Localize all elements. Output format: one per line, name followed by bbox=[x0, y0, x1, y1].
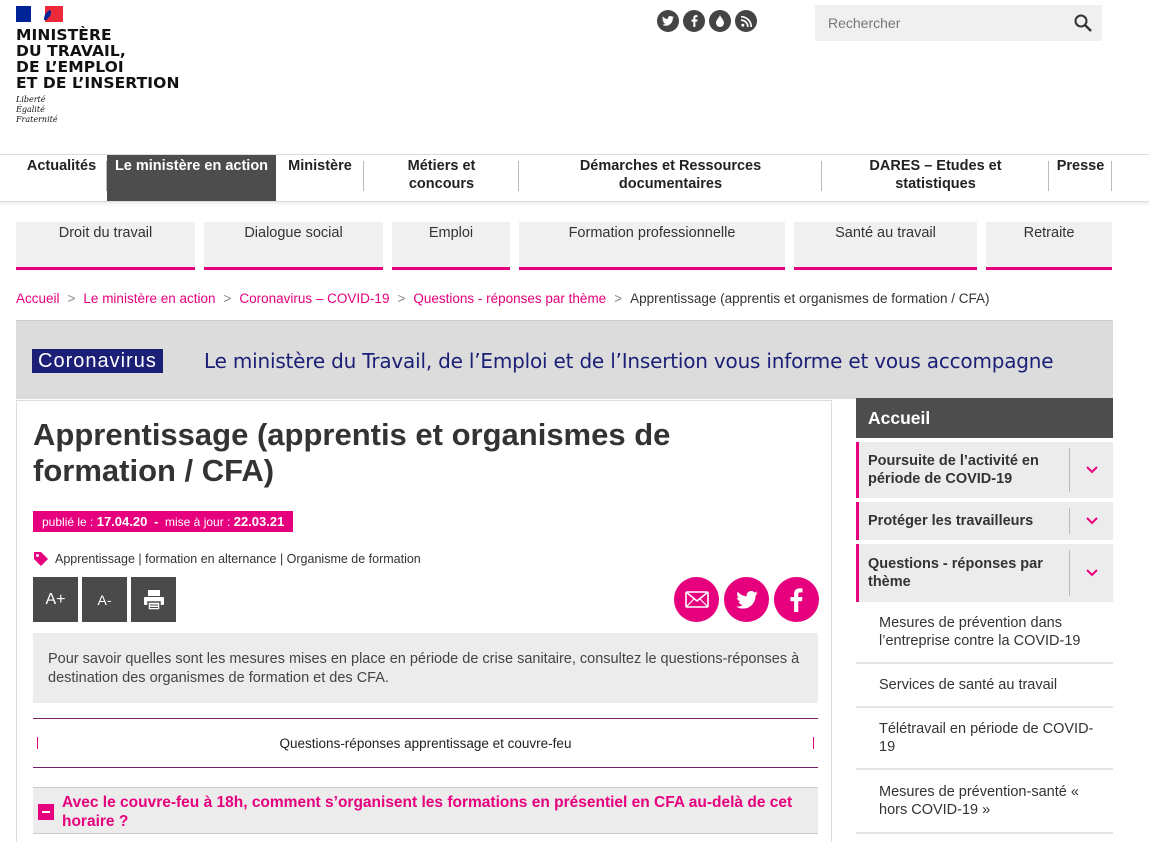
sidebar-subitem-services-sante[interactable]: Services de santé au travail bbox=[856, 664, 1113, 708]
breadcrumb-accueil[interactable]: Accueil bbox=[16, 291, 60, 306]
coronavirus-banner[interactable]: Coronavirus Le ministère du Travail, de … bbox=[16, 320, 1113, 399]
republic-motto: Liberté Égalité Fraternité bbox=[16, 95, 58, 124]
breadcrumb-ministere-en-action[interactable]: Le ministère en action bbox=[83, 291, 215, 306]
nav-ministere-en-action[interactable]: Le ministère en action bbox=[107, 155, 276, 201]
nav-actualites[interactable]: Actualités bbox=[16, 155, 107, 201]
facebook-share-icon[interactable] bbox=[774, 577, 819, 622]
ministry-logo[interactable]: MINISTÈRE DU TRAVAIL, DE L’EMPLOI ET DE … bbox=[16, 6, 180, 125]
theme-dialogue-social[interactable]: Dialogue social bbox=[204, 222, 383, 270]
nav-ministere[interactable]: Ministère bbox=[276, 155, 364, 201]
tag-apprentissage[interactable]: Apprentissage bbox=[55, 552, 135, 566]
search-bar bbox=[815, 5, 1102, 41]
font-decrease-button[interactable]: A- bbox=[82, 577, 127, 622]
tag-icon bbox=[34, 552, 48, 566]
sidebar-subitem-teletravail[interactable]: Télétravail en période de COVID-19 bbox=[856, 708, 1113, 770]
email-share-icon[interactable] bbox=[674, 577, 719, 622]
tag-list: Apprentissage | formation en alternance … bbox=[33, 551, 421, 567]
twitter-icon[interactable] bbox=[657, 10, 679, 32]
search-input[interactable] bbox=[815, 5, 1065, 41]
share-buttons bbox=[674, 577, 819, 622]
theme-emploi[interactable]: Emploi bbox=[392, 222, 510, 270]
intro-paragraph: Pour savoir quelles sont les mesures mis… bbox=[33, 633, 818, 703]
faq-question[interactable]: Avec le couvre-feu à 18h, comment s’orga… bbox=[33, 787, 818, 834]
social-links bbox=[657, 10, 757, 32]
faq-question-text: Avec le couvre-feu à 18h, comment s’orga… bbox=[62, 794, 793, 830]
tag-formation-alternance[interactable]: formation en alternance bbox=[145, 552, 276, 566]
nav-metiers-concours[interactable]: Métiers et concours bbox=[364, 155, 519, 201]
sidebar-item-questions-reponses[interactable]: Questions - réponses par thème bbox=[856, 544, 1113, 602]
sidebar-item-proteger-travailleurs[interactable]: Protéger les travailleurs bbox=[856, 502, 1113, 540]
tag-organisme-formation[interactable]: Organisme de formation bbox=[287, 552, 421, 566]
breadcrumb: Accueil > Le ministère en action > Coronavir… bbox=[16, 291, 990, 306]
breadcrumb-coronavirus[interactable]: Coronavirus – COVID-19 bbox=[239, 291, 389, 306]
print-icon[interactable] bbox=[131, 577, 176, 622]
nav-presse[interactable]: Presse bbox=[1049, 155, 1112, 201]
qr-link[interactable]: Questions-réponses apprentissage et couv… bbox=[33, 736, 818, 751]
coronavirus-label: Coronavirus bbox=[32, 349, 163, 373]
sidebar-head-accueil[interactable]: Accueil bbox=[856, 398, 1113, 438]
sidebar-item-poursuite-activite[interactable]: Poursuite de l’activité en période de CO… bbox=[856, 442, 1113, 498]
sidebar: Accueil Poursuite de l’activité en pério… bbox=[856, 398, 1113, 834]
rss-icon[interactable] bbox=[735, 10, 757, 32]
page-tools: A+ A- bbox=[33, 577, 176, 622]
page-title: Apprentissage (apprentis et organismes d… bbox=[33, 417, 671, 488]
breadcrumb-current: Apprentissage (apprentis et organismes d… bbox=[630, 291, 990, 306]
chevron-down-icon[interactable] bbox=[1069, 448, 1113, 492]
theme-droit-du-travail[interactable]: Droit du travail bbox=[16, 222, 195, 270]
theme-formation-professionnelle[interactable]: Formation professionnelle bbox=[519, 222, 785, 270]
collapse-icon[interactable] bbox=[38, 804, 54, 820]
font-increase-button[interactable]: A+ bbox=[33, 577, 78, 622]
qr-link-box[interactable]: Questions-réponses apprentissage et couv… bbox=[33, 718, 818, 768]
theme-navigation: Droit du travail Dialogue social Emploi … bbox=[16, 222, 1112, 270]
chevron-down-icon[interactable] bbox=[1069, 508, 1113, 534]
republic-flag bbox=[16, 6, 63, 22]
sidebar-subitem-prevention-hors-covid[interactable]: Mesures de prévention-santé « hors COVID… bbox=[856, 770, 1113, 834]
facebook-icon[interactable] bbox=[683, 10, 705, 32]
main-navigation: Actualités Le ministère en action Minist… bbox=[0, 154, 1149, 202]
theme-sante-au-travail[interactable]: Santé au travail bbox=[794, 222, 977, 270]
ministry-name: MINISTÈRE DU TRAVAIL, DE L’EMPLOI ET DE … bbox=[16, 26, 180, 92]
search-icon[interactable] bbox=[1074, 14, 1092, 32]
article: Apprentissage (apprentis et organismes d… bbox=[16, 400, 832, 842]
chevron-down-icon[interactable] bbox=[1069, 550, 1113, 596]
publication-dates: publié le : 17.04.20 - mise à jour : 22.… bbox=[33, 511, 294, 532]
flickr-icon[interactable] bbox=[709, 10, 731, 32]
nav-dares[interactable]: DARES – Etudes et statistiques bbox=[822, 155, 1049, 201]
theme-retraite[interactable]: Retraite bbox=[986, 222, 1112, 270]
nav-demarches-ressources[interactable]: Démarches et Ressources documentaires bbox=[519, 155, 822, 201]
sidebar-subitem-mesures-prevention[interactable]: Mesures de prévention dans l’entreprise … bbox=[856, 602, 1113, 664]
banner-text: Le ministère du Travail, de l’Emploi et … bbox=[204, 349, 1054, 373]
breadcrumb-questions-reponses[interactable]: Questions - réponses par thème bbox=[413, 291, 606, 306]
twitter-share-icon[interactable] bbox=[724, 577, 769, 622]
